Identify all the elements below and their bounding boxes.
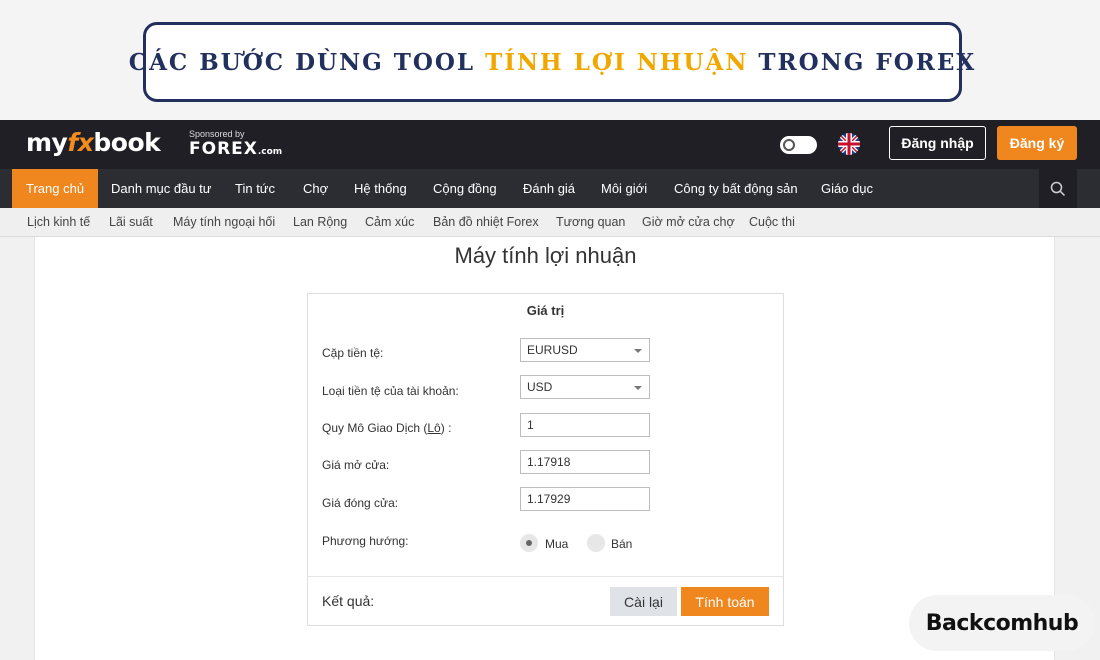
search-button[interactable]	[1039, 169, 1077, 208]
top-header-bar: myfxbook Sponsored by FOREX.com Đăng nhậ…	[0, 120, 1100, 169]
calculate-button[interactable]: Tính toán	[681, 587, 769, 616]
trade-size-label: Quy Mô Giao Dịch (Lô) :	[322, 421, 452, 435]
nav-item-education[interactable]: Giáo dục	[821, 169, 873, 208]
subnav-item-heat-map[interactable]: Bản đồ nhiệt Forex	[433, 208, 539, 237]
subnav-item-correlation[interactable]: Tương quan	[556, 208, 625, 237]
nav-item-reviews[interactable]: Đánh giá	[523, 169, 575, 208]
chevron-down-icon	[634, 349, 642, 353]
account-currency-select[interactable]: USD	[520, 375, 650, 399]
lots-link[interactable]: Lô	[427, 421, 440, 435]
banner-title-highlight: TÍNH LỢI NHUẬN	[485, 48, 749, 76]
profit-calculator-panel: Giá trị Cặp tiền tệ: EURUSD Loại tiền tệ…	[307, 293, 784, 626]
login-button[interactable]: Đăng nhập	[889, 126, 986, 160]
panel-header: Giá trị	[526, 303, 565, 318]
uk-flag-icon[interactable]	[838, 133, 860, 155]
currency-pair-label: Cặp tiền tệ:	[322, 346, 384, 360]
panel-footer: Kết quả: Cài lại Tính toán	[308, 576, 783, 625]
page-title: Máy tính lợi nhuận	[454, 243, 637, 268]
title-banner-box: CÁC BƯỚC DÙNG TOOL TÍNH LỢI NHUẬN TRONG …	[129, 22, 974, 102]
subnav-item-interest-rates[interactable]: Lãi suất	[109, 208, 153, 237]
subnav-item-market-hours[interactable]: Giờ mở cửa chợ	[642, 208, 735, 237]
sponsor-badge[interactable]: Sponsored by FOREX.com	[189, 129, 282, 159]
open-price-input[interactable]: 1.17918	[520, 450, 650, 474]
toggle-knob	[783, 139, 795, 151]
main-nav: Trang chủ Danh mục đầu tư Tin tức Chợ Hệ…	[0, 169, 1100, 208]
subnav-item-forex-calculators[interactable]: Máy tính ngoại hối	[173, 208, 275, 237]
trade-size-input[interactable]: 1	[520, 413, 650, 437]
sponsor-brand: FOREX.com	[189, 139, 283, 159]
direction-label: Phương hướng:	[322, 534, 409, 548]
nav-item-prop-firms[interactable]: Công ty bất động sản	[674, 169, 798, 208]
open-price-label: Giá mở cửa:	[322, 458, 390, 472]
sub-nav: Lịch kinh tế Lãi suất Máy tính ngoại hối…	[0, 208, 1100, 237]
direction-buy-label[interactable]: Mua	[545, 537, 568, 551]
direction-sell-radio[interactable]	[587, 534, 605, 552]
nav-item-systems[interactable]: Hệ thống	[354, 169, 407, 208]
nav-item-news[interactable]: Tin tức	[235, 169, 275, 208]
subnav-item-spreads[interactable]: Lan Rộng	[293, 208, 347, 237]
banner-title: CÁC BƯỚC DÙNG TOOL TÍNH LỢI NHUẬN TRONG …	[128, 48, 977, 76]
direction-sell-label[interactable]: Bán	[611, 537, 632, 551]
reset-button[interactable]: Cài lại	[610, 587, 677, 616]
result-label: Kết quả:	[322, 593, 375, 609]
nav-item-brokers[interactable]: Môi giới	[601, 169, 647, 208]
main-content: Máy tính lợi nhuận Giá trị Cặp tiền tệ: …	[34, 237, 1055, 660]
subnav-item-contests[interactable]: Cuộc thi	[749, 208, 795, 237]
currency-pair-select[interactable]: EURUSD	[520, 338, 650, 362]
close-price-input[interactable]: 1.17929	[520, 487, 650, 511]
chevron-down-icon	[634, 386, 642, 390]
subnav-item-economic-calendar[interactable]: Lịch kinh tế	[27, 208, 90, 237]
nav-item-portfolio[interactable]: Danh mục đầu tư	[111, 169, 211, 208]
myfxbook-logo[interactable]: myfxbook	[26, 128, 161, 157]
title-banner: CÁC BƯỚC DÙNG TOOL TÍNH LỢI NHUẬN TRONG …	[0, 0, 1100, 120]
subnav-item-sentiment[interactable]: Cảm xúc	[365, 208, 414, 237]
theme-toggle[interactable]	[780, 136, 817, 154]
nav-item-market[interactable]: Chợ	[303, 169, 328, 208]
nav-item-community[interactable]: Cộng đồng	[433, 169, 497, 208]
nav-item-home[interactable]: Trang chủ	[12, 169, 99, 208]
sponsor-caption: Sponsored by	[189, 129, 245, 139]
direction-buy-radio[interactable]	[520, 534, 538, 552]
register-button[interactable]: Đăng ký	[997, 126, 1077, 160]
search-icon	[1050, 181, 1066, 196]
account-currency-label: Loại tiền tệ của tài khoản:	[322, 384, 459, 398]
close-price-label: Giá đóng cửa:	[322, 496, 399, 510]
backcomhub-watermark: Backcomhub	[909, 595, 1095, 651]
